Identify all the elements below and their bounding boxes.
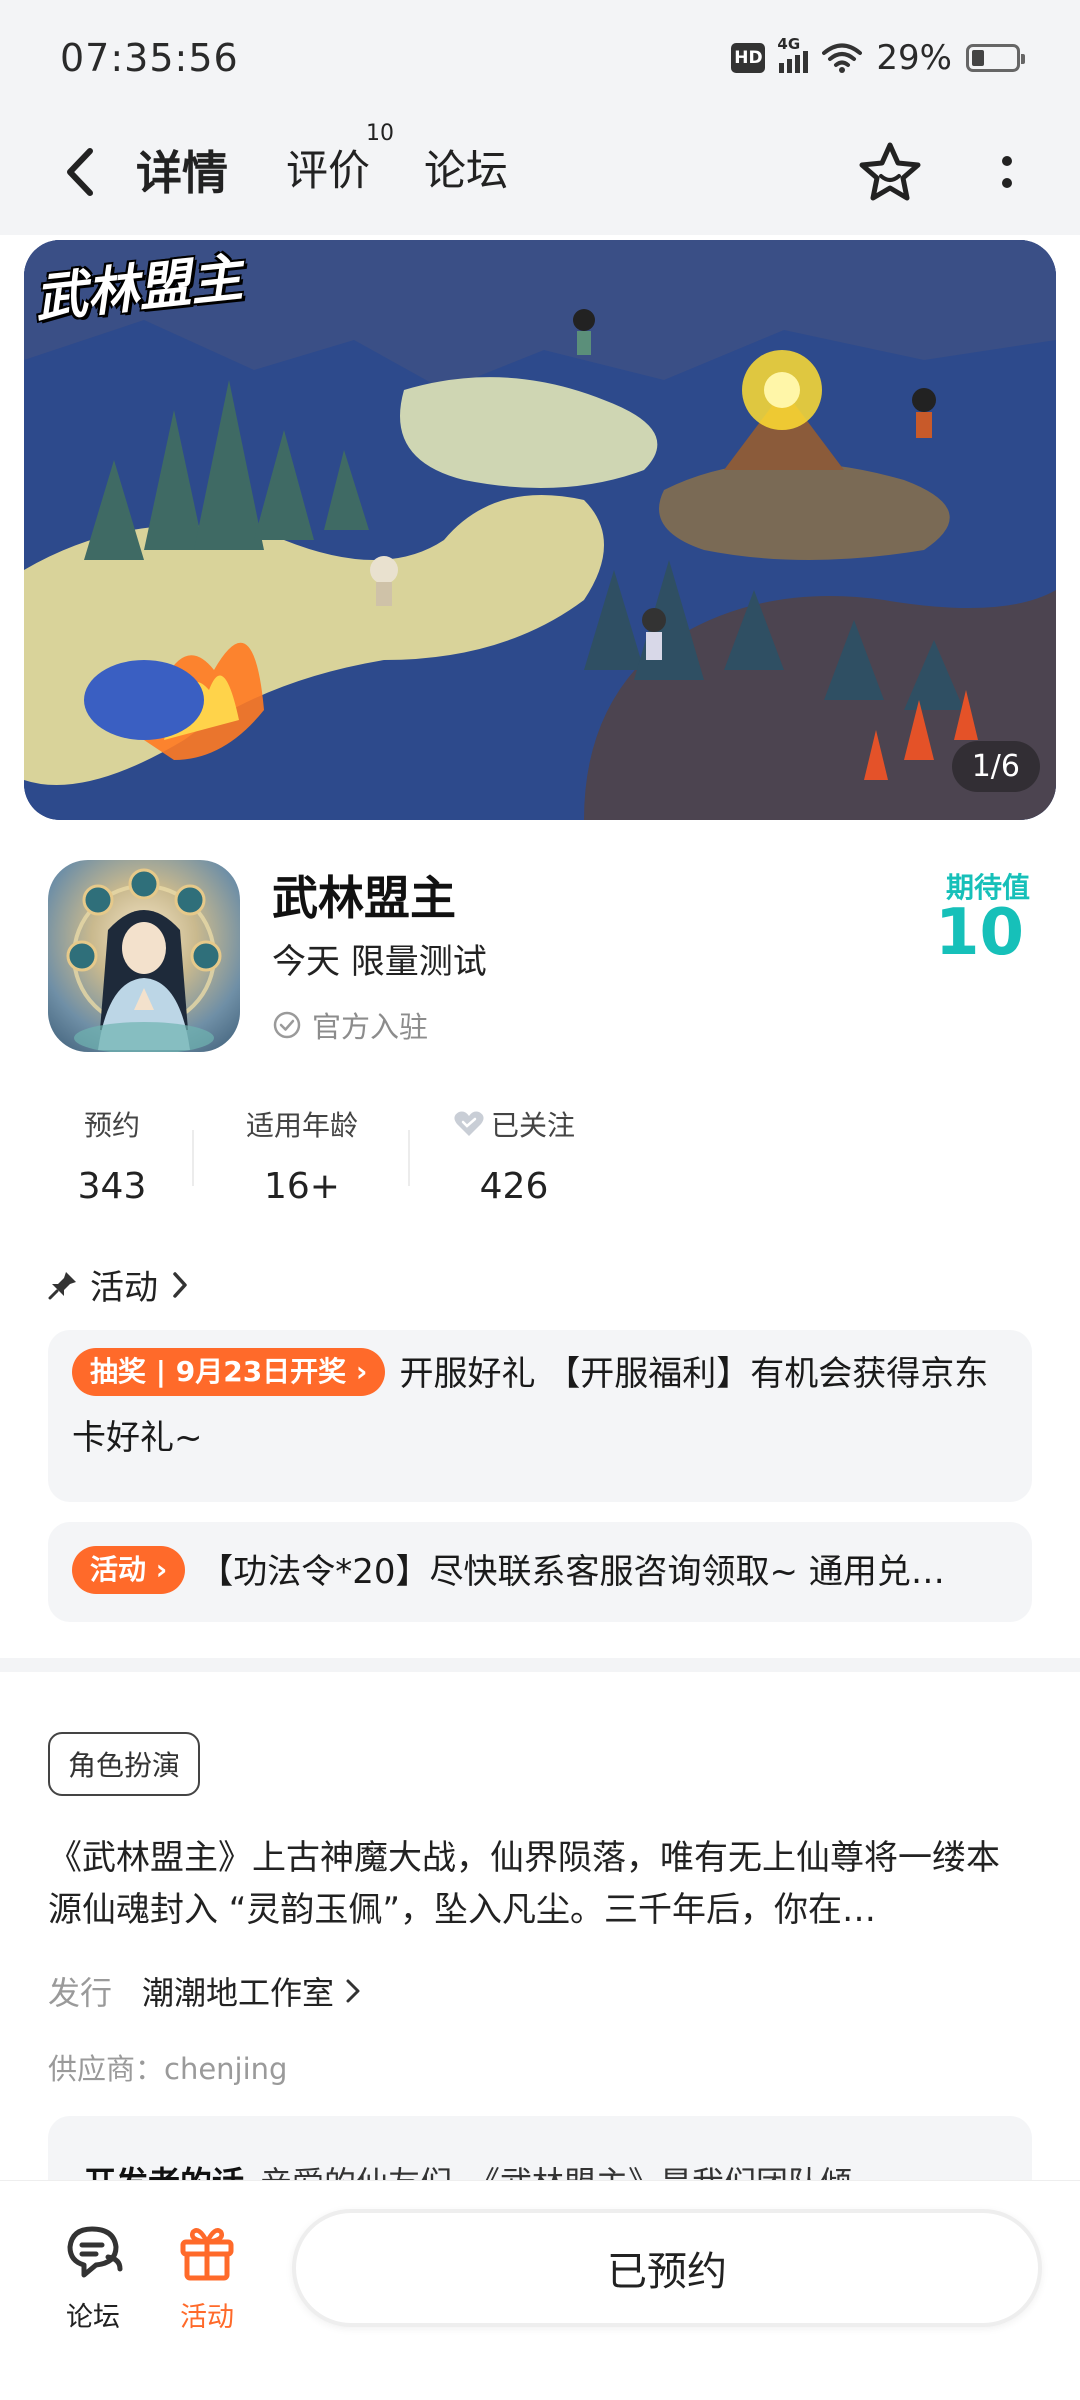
top-nav: 详情 评价 10 论坛 bbox=[0, 115, 1080, 235]
app-release-status: 今天 限量测试 bbox=[272, 942, 487, 982]
activity-section-header[interactable]: 活动 bbox=[48, 1260, 190, 1309]
chevron-left-icon bbox=[67, 148, 93, 196]
chevron-right-icon bbox=[173, 1271, 187, 1298]
bottom-forum-button[interactable]: 论坛 bbox=[38, 2217, 148, 2334]
stat-value: 343 bbox=[77, 1166, 147, 1207]
activity-card-content: 活动 › 【功法令*20】尽快联系客服咨询领取~ 通用兑… bbox=[72, 1546, 1008, 1598]
stat-label: 已关注 bbox=[490, 1109, 575, 1142]
official-badge-label: 官方入驻 bbox=[312, 1010, 429, 1044]
official-badge: 官方入驻 bbox=[272, 1004, 428, 1046]
app-icon bbox=[48, 860, 240, 1052]
game-map-illustration bbox=[24, 240, 1056, 820]
bottom-action-bar: 论坛 活动 已预约 bbox=[0, 2180, 1080, 2400]
tab-reviews-label: 评价 bbox=[286, 146, 371, 195]
activity-card-text: 【功法令*20】尽快联系客服咨询领取~ 通用兑… bbox=[199, 1552, 945, 1592]
activity-card-event[interactable]: 活动 › 【功法令*20】尽快联系客服咨询领取~ 通用兑… bbox=[48, 1522, 1032, 1622]
tab-forum-label: 论坛 bbox=[424, 146, 509, 195]
reviews-count: 10 bbox=[366, 121, 395, 146]
bottom-activity-button[interactable]: 活动 bbox=[152, 2217, 262, 2334]
star-icon bbox=[859, 142, 921, 201]
tab-forum[interactable]: 论坛 bbox=[424, 137, 508, 198]
supplier-info: 供应商：chenjing bbox=[48, 2052, 288, 2086]
expectation-score: 10 bbox=[934, 896, 1024, 970]
bottom-activity-label: 活动 bbox=[180, 2302, 234, 2333]
pin-icon bbox=[48, 1271, 76, 1299]
battery-percent: 29% bbox=[876, 38, 952, 78]
stat-label: 预约 bbox=[83, 1109, 140, 1142]
stat-label: 适用年龄 bbox=[245, 1109, 358, 1142]
more-dot-icon bbox=[1002, 178, 1012, 188]
status-bar: 07:35:56 HD 4G 29% bbox=[0, 0, 1080, 115]
reserved-button[interactable]: 已预约 bbox=[292, 2209, 1042, 2327]
network-type: 4G bbox=[777, 35, 801, 53]
publisher-row[interactable]: 发行 潮潮地工作室 bbox=[48, 1968, 362, 2014]
activity-section-title: 活动 bbox=[90, 1268, 158, 1308]
publisher-value-row: 潮潮地工作室 bbox=[142, 1968, 362, 2014]
bottom-forum-label: 论坛 bbox=[66, 2302, 120, 2333]
chat-bubble-icon bbox=[67, 2226, 123, 2278]
hd-icon: HD bbox=[731, 43, 766, 73]
carousel-page-indicator: 1/6 bbox=[951, 741, 1040, 792]
stat-age-rating: 适用年龄 16+ bbox=[232, 1104, 372, 1207]
status-time: 07:35:56 bbox=[60, 36, 239, 80]
stat-reservations: 预约 343 bbox=[64, 1104, 160, 1207]
activity-card-content: 抽奖 | 9月23日开奖 › 开服好礼 【开服福利】有机会获得京东卡好礼~ bbox=[72, 1342, 1008, 1470]
more-dot-icon bbox=[1002, 156, 1012, 166]
check-circle-icon bbox=[273, 1011, 301, 1039]
heart-icon bbox=[454, 1111, 484, 1136]
publisher-name: 潮潮地工作室 bbox=[142, 1974, 335, 2012]
back-button[interactable] bbox=[50, 137, 110, 207]
battery-icon bbox=[966, 44, 1025, 72]
app-title: 武林盟主 bbox=[272, 871, 456, 925]
status-icons: HD 4G 29% bbox=[731, 35, 1025, 78]
tab-reviews[interactable]: 评价 10 bbox=[286, 121, 394, 198]
section-divider bbox=[0, 1658, 1080, 1672]
stat-divider bbox=[408, 1130, 410, 1186]
lottery-tag: 抽奖 | 9月23日开奖 › bbox=[72, 1348, 386, 1396]
app-icon-artwork bbox=[66, 868, 222, 1052]
stat-divider bbox=[192, 1130, 194, 1186]
more-options-button[interactable] bbox=[982, 137, 1032, 207]
game-description[interactable]: 《武林盟主》上古神魔大战，仙界陨落，唯有无上仙尊将一缕本源仙魂封入 “灵韵玉佩”… bbox=[48, 1832, 1032, 1936]
activity-card-lottery[interactable]: 抽奖 | 9月23日开奖 › 开服好礼 【开服福利】有机会获得京东卡好礼~ bbox=[48, 1330, 1032, 1502]
publisher-label: 发行 bbox=[48, 1974, 113, 2012]
wifi-icon bbox=[822, 43, 863, 73]
chevron-right-icon bbox=[346, 1979, 360, 2003]
stat-followers[interactable]: 已关注 426 bbox=[444, 1104, 584, 1207]
tab-details[interactable]: 详情 bbox=[132, 137, 232, 203]
stat-value: 426 bbox=[479, 1166, 549, 1207]
favorite-button[interactable] bbox=[850, 133, 930, 213]
screenshot-carousel[interactable]: 武林盟主 1/6 bbox=[24, 240, 1056, 820]
stat-label-row: 已关注 bbox=[444, 1104, 584, 1144]
stat-value: 16+ bbox=[264, 1166, 340, 1207]
genre-tag[interactable]: 角色扮演 bbox=[48, 1732, 201, 1796]
tab-details-label: 详情 bbox=[136, 146, 228, 200]
event-tag: 活动 › bbox=[72, 1546, 186, 1594]
gift-icon bbox=[180, 2228, 234, 2281]
cellular-signal-icon: 4G bbox=[777, 35, 809, 73]
